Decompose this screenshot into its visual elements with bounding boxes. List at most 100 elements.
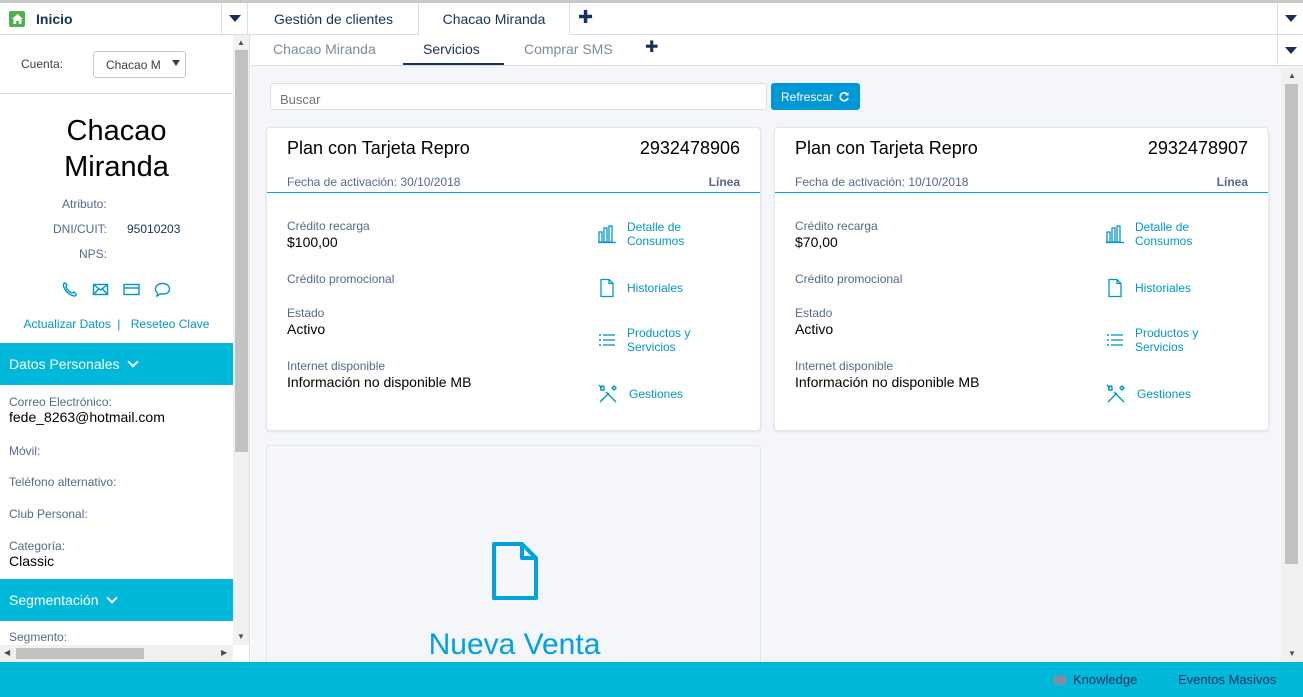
service-line-number: 2932478906 [639, 138, 740, 158]
subtabs-overflow-dropdown[interactable] [1277, 35, 1303, 65]
eventos-masivos-label: Eventos Masivos [1178, 672, 1277, 687]
scroll-right-arrow-icon[interactable]: ▶ [221, 648, 227, 657]
document-icon [1108, 278, 1122, 298]
actualizar-datos-link[interactable]: Actualizar Datos [24, 317, 111, 331]
knowledge-button[interactable]: Knowledge [1053, 672, 1137, 687]
internet-value: Información no disponible MB [795, 374, 980, 390]
refresh-button-label: Refrescar [780, 89, 833, 104]
productos-servicios-link[interactable]: Productos y Servicios [1105, 326, 1198, 354]
knowledge-label: Knowledge [1073, 672, 1138, 687]
credito-promocional-label: Crédito promocional [287, 272, 395, 286]
account-links: Actualizar Datos | Reseteo Clave [0, 317, 233, 331]
atributo-label: Atributo: [62, 197, 107, 211]
club-personal-label: Club Personal: [9, 507, 88, 521]
account-selector-row: Cuenta: Chacao M [0, 35, 233, 94]
contact-actions [60, 281, 172, 298]
service-line-number: 2932478907 [1147, 138, 1248, 158]
service-card: Plan con Tarjeta Repro 2932478906 Fecha … [266, 127, 761, 431]
categoria-label: Categoría: [9, 539, 66, 553]
productos-servicios-link[interactable]: Productos y Servicios [597, 326, 690, 354]
chevron-down-icon [105, 591, 118, 604]
tabs-overflow-dropdown[interactable] [1277, 3, 1303, 34]
historiales-link[interactable]: Historiales [597, 278, 683, 298]
servicios-content: Refrescar Plan con Tarjeta Repro 2932478… [251, 66, 1281, 675]
tools-icon [1106, 384, 1125, 403]
home-icon [9, 10, 25, 27]
tab-label: Chacao Miranda [442, 10, 546, 27]
gestiones-link[interactable]: Gestiones [1105, 383, 1191, 405]
telefono-alternativo-label: Teléfono alternativo: [9, 475, 117, 489]
chat-icon[interactable] [153, 281, 172, 298]
home-tab[interactable]: Inicio [0, 3, 222, 34]
dni-value: 95010203 [127, 222, 181, 236]
scrollbar-thumb[interactable] [1285, 84, 1298, 564]
scroll-down-arrow-icon[interactable]: ▼ [237, 632, 245, 641]
document-icon [492, 542, 538, 600]
home-tab-dropdown[interactable] [222, 3, 248, 34]
internet-label: Internet disponible [795, 359, 894, 373]
tools-icon [598, 384, 617, 403]
scroll-left-arrow-icon[interactable]: ◀ [4, 648, 10, 657]
account-name: Chacao Miranda [0, 113, 233, 185]
activation-date: Fecha de activación: 10/10/2018 [795, 175, 969, 189]
subtab-chacao-miranda[interactable]: Chacao Miranda [273, 41, 376, 57]
detalle-consumos-link[interactable]: Detalle de Consumos [1105, 220, 1192, 248]
nueva-venta-tile[interactable]: Nueva Venta [266, 445, 761, 675]
sidebar-vertical-scrollbar[interactable]: ▲ ▼ [233, 35, 249, 645]
refresh-button[interactable]: Refrescar [771, 83, 860, 110]
utility-bar: Knowledge Eventos Masivos [0, 662, 1303, 697]
scroll-up-arrow-icon[interactable]: ▲ [1288, 71, 1296, 80]
content-vertical-scrollbar[interactable]: ▲ ▼ [1281, 66, 1303, 662]
card-icon[interactable] [122, 281, 141, 298]
correo-value: fede_8263@hotmail.com [9, 409, 165, 425]
workspace-tab-bar: Inicio Gestión de clientes Chacao Mirand… [0, 0, 1303, 35]
historiales-link[interactable]: Historiales [1105, 278, 1191, 298]
account-name-line1: Chacao [66, 115, 167, 147]
subtab-comprar-sms[interactable]: Comprar SMS [524, 41, 613, 57]
bar-chart-icon [598, 225, 616, 244]
bar-chart-icon [1106, 225, 1124, 244]
account-select-value: Chacao M [106, 58, 161, 72]
credito-promocional-label: Crédito promocional [795, 272, 903, 286]
add-subtab-icon[interactable]: ✚ [645, 40, 658, 56]
add-tab-icon[interactable]: ✚ [578, 8, 593, 26]
service-plan-title: Plan con Tarjeta Repro [287, 138, 470, 158]
service-card: Plan con Tarjeta Repro 2932478907 Fecha … [774, 127, 1269, 431]
section-title: Segmentación [9, 592, 99, 608]
scroll-up-arrow-icon[interactable]: ▲ [237, 38, 245, 47]
account-name-line2: Miranda [64, 151, 169, 183]
segmentacion-header[interactable]: Segmentación [0, 579, 233, 621]
dni-label: DNI/CUIT: [53, 222, 107, 236]
search-input[interactable] [270, 83, 767, 110]
detalle-consumos-link[interactable]: Detalle de Consumos [597, 220, 684, 248]
subtab-servicios[interactable]: Servicios [423, 41, 480, 57]
gestiones-link[interactable]: Gestiones [597, 383, 683, 405]
account-sidebar: Cuenta: Chacao M Chacao Miranda Atributo… [0, 35, 250, 662]
gestiones-label: Gestiones [629, 387, 684, 401]
list-icon [599, 334, 615, 346]
tab-gestion-clientes[interactable]: Gestión de clientes [249, 3, 419, 35]
detalle-consumos-label: Detalle de Consumos [627, 220, 685, 248]
chevron-down-icon [126, 355, 139, 368]
eventos-masivos-button[interactable]: Eventos Masivos [1178, 672, 1276, 687]
phone-icon[interactable] [60, 281, 79, 298]
estado-value: Activo [287, 321, 326, 337]
sidebar-horizontal-scrollbar[interactable]: ◀ ▶ [0, 645, 233, 662]
nueva-venta-label: Nueva Venta [428, 628, 601, 661]
datos-personales-header[interactable]: Datos Personales [0, 343, 233, 385]
credito-recarga-value: $70,00 [795, 234, 838, 250]
estado-label: Estado [287, 306, 325, 320]
scrollbar-thumb[interactable] [235, 50, 248, 452]
reseteo-clave-link[interactable]: Reseteo Clave [131, 317, 210, 331]
chevron-down-icon [1284, 15, 1297, 22]
scroll-down-arrow-icon[interactable]: ▼ [1288, 649, 1296, 658]
movil-label: Móvil: [9, 444, 41, 458]
tab-chacao-miranda[interactable]: Chacao Miranda [419, 3, 570, 35]
account-select[interactable]: Chacao M [93, 51, 186, 78]
scrollbar-thumb[interactable] [16, 648, 144, 659]
email-icon[interactable] [91, 281, 110, 298]
link-separator: | [117, 317, 121, 331]
main-area: Chacao Miranda Servicios Comprar SMS ✚ R… [251, 35, 1303, 675]
historiales-label: Historiales [627, 281, 684, 295]
estado-value: Activo [795, 321, 834, 337]
